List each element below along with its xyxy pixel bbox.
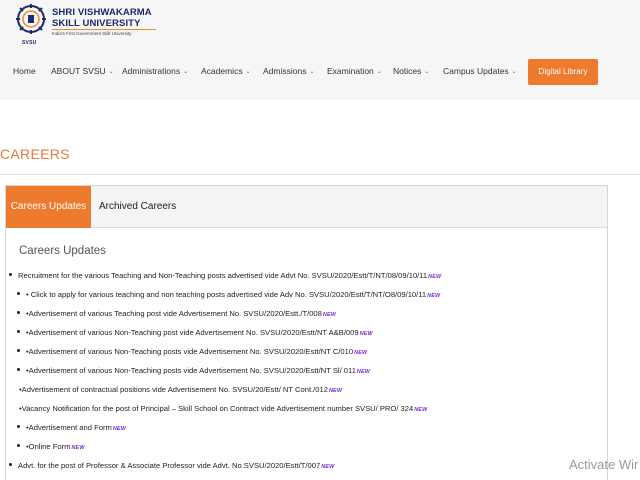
chevron-down-icon: ⌄ (245, 69, 251, 75)
logo-name-line1: SHRI VISHWAKARMA (52, 7, 152, 18)
list-item-text: •Vacancy Notification for the post of Pr… (19, 404, 414, 413)
bullet-icon (17, 292, 20, 295)
new-badge: NEW (354, 350, 368, 356)
nav-item-notices[interactable]: Notices ⌄ (393, 66, 429, 76)
chevron-down-icon: ⌄ (108, 69, 114, 75)
list-item[interactable]: •Advertisement of contractual positions … (19, 385, 342, 394)
tab-archived-careers[interactable]: Archived Careers (99, 186, 176, 228)
nav-item-label: Examination (327, 66, 374, 76)
nav-item-admissions[interactable]: Admissions ⌄ (263, 66, 315, 76)
bullet-icon (17, 330, 20, 333)
list-item[interactable]: •Advertisement of various Non-Teaching p… (17, 347, 367, 356)
nav-item-academics[interactable]: Academics ⌄ (201, 66, 251, 76)
list-item-text: Recruitment for the various Teaching and… (18, 271, 428, 280)
new-badge: NEW (359, 331, 373, 337)
list-item-text: •Online Form (26, 442, 71, 451)
chevron-down-icon: ⌄ (424, 69, 430, 75)
logo-tagline: India's First Government Skill Universit… (52, 31, 132, 36)
nav-item-label: Admissions (263, 66, 307, 76)
new-badge: NEW (356, 369, 371, 375)
bullet-icon (17, 444, 20, 447)
bullet-icon (17, 349, 20, 352)
list-item[interactable]: • Click to apply for various teaching an… (17, 290, 440, 299)
list-item-text: Advt. for the post of Professor & Associ… (18, 461, 321, 470)
list-item[interactable]: Recruitment for the various Teaching and… (9, 271, 441, 280)
list-item-text: •Advertisement of various Non-Teaching p… (26, 366, 356, 375)
new-badge: NEW (321, 464, 335, 470)
list-item[interactable]: •Advertisement of various Non-Teaching p… (17, 366, 370, 375)
new-badge: NEW (427, 293, 441, 299)
nav-item-label: Academics (201, 66, 243, 76)
logo-short-name: SVSU (22, 40, 37, 46)
list-item[interactable]: •Advertisement of various Teaching post … (17, 309, 336, 318)
page-title: CAREERS (0, 146, 70, 162)
chevron-down-icon: ⌄ (183, 69, 189, 75)
nav-item-home[interactable]: Home (13, 66, 36, 76)
new-badge: NEW (71, 445, 85, 451)
list-item-text: •Advertisement of various Non-Teaching p… (26, 347, 354, 356)
nav-item-label: Campus Updates (443, 66, 509, 76)
chevron-down-icon: ⌄ (376, 69, 382, 75)
divider (0, 174, 640, 175)
nav-item-campus-updates[interactable]: Campus Updates ⌄ (443, 66, 517, 76)
bullet-icon (9, 463, 12, 466)
list-item[interactable]: •Advertisement of various Non-Teaching p… (17, 328, 373, 337)
list-item[interactable]: Advt. for the post of Professor & Associ… (9, 461, 334, 470)
emblem-icon (16, 4, 46, 44)
logo-name-line2: SKILL UNIVERSITY (52, 18, 141, 29)
nav-item-label: Notices (393, 66, 422, 76)
bullet-icon (9, 273, 12, 276)
nav-item-about[interactable]: ABOUT SVSU ⌄ (51, 66, 114, 76)
nav-item-label: Home (13, 66, 36, 76)
activation-watermark: Activate Wir (569, 457, 639, 472)
digital-library-button[interactable]: Digital Library (528, 59, 598, 85)
list-item-text: •Advertisement and Form (26, 423, 112, 432)
nav-item-label: Administrations (122, 66, 181, 76)
list-item-text: • Click to apply for various teaching an… (26, 290, 427, 299)
list-item-text: •Advertisement of various Non-Teaching p… (26, 328, 359, 337)
chevron-down-icon: ⌄ (309, 69, 315, 75)
bullet-icon (17, 368, 20, 371)
university-logo[interactable]: SVSU SHRI VISHWAKARMA SKILL UNIVERSITY I… (16, 4, 156, 46)
new-badge: NEW (328, 388, 343, 394)
new-badge: NEW (428, 274, 442, 280)
careers-panel: Careers Updates Archived Careers Careers… (5, 185, 608, 480)
chevron-down-icon: ⌄ (511, 69, 517, 75)
nav-item-administrations[interactable]: Administrations ⌄ (122, 66, 188, 76)
logo-divider (52, 29, 156, 30)
nav-item-examination[interactable]: Examination ⌄ (327, 66, 382, 76)
bullet-icon (17, 311, 20, 314)
new-badge: NEW (112, 426, 126, 432)
list-item[interactable]: •Vacancy Notification for the post of Pr… (19, 404, 427, 413)
bullet-icon (17, 425, 20, 428)
tab-bar: Careers Updates Archived Careers (6, 186, 607, 228)
section-title: Careers Updates (19, 245, 106, 257)
tab-careers-updates[interactable]: Careers Updates (6, 186, 91, 228)
new-badge: NEW (414, 407, 428, 413)
site-header: SVSU SHRI VISHWAKARMA SKILL UNIVERSITY I… (0, 0, 640, 100)
list-item-text: •Advertisement of various Teaching post … (26, 309, 322, 318)
nav-item-label: ABOUT SVSU (51, 66, 106, 76)
new-badge: NEW (322, 312, 337, 318)
list-item[interactable]: •Online FormNEW (17, 442, 85, 451)
list-item[interactable]: •Advertisement and FormNEW (17, 423, 126, 432)
list-item-text: •Advertisement of contractual positions … (19, 385, 328, 394)
